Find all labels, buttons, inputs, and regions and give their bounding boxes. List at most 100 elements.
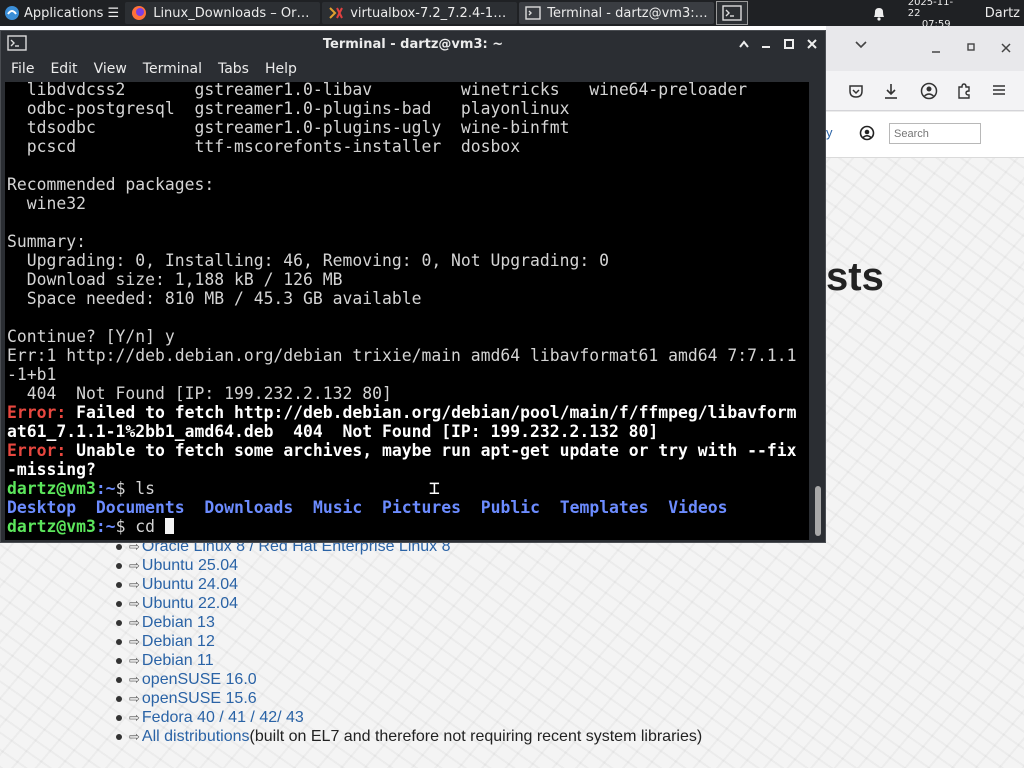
link-arrow-icon: ⇨ [129, 653, 140, 668]
link-arrow-icon: ⇨ [129, 691, 140, 706]
prompt-path: :~ [95, 479, 116, 498]
taskbar-item-archive[interactable]: virtualbox-7.2_7.2.4-17... [322, 2, 518, 24]
ls-dir: Documents [95, 498, 185, 517]
maximize-icon[interactable] [780, 35, 798, 53]
link-arrow-icon: ⇨ [129, 596, 140, 611]
minimize-icon[interactable] [757, 35, 775, 53]
clock-date: 2025-11-22 [907, 0, 954, 19]
list-item: ⇨ Debian 13 [116, 613, 702, 632]
firefox-icon [131, 5, 147, 21]
nav-link-fragment[interactable]: y [826, 125, 833, 140]
terminal-menubar: File Edit View Terminal Tabs Help [1, 57, 825, 81]
ls-dir: Templates [559, 498, 649, 517]
applications-label: Applications ☰ [24, 5, 120, 21]
output-line: tdsodbc gstreamer1.0-plugins-ugly wine-b… [7, 118, 570, 137]
download-icon[interactable] [883, 82, 899, 100]
link-arrow-icon: ⇨ [129, 558, 140, 573]
extensions-icon[interactable] [956, 82, 972, 100]
pocket-icon[interactable] [848, 83, 864, 99]
terminal-titlebar[interactable]: Terminal - dartz@vm3: ~ [1, 31, 825, 57]
link-arrow-icon: ⇨ [129, 729, 140, 744]
error-label: Error: [7, 441, 67, 460]
menu-tabs[interactable]: Tabs [212, 61, 255, 77]
menu-terminal[interactable]: Terminal [137, 61, 208, 77]
xfce-logo-icon [4, 5, 20, 21]
terminal-launcher-icon[interactable] [716, 1, 748, 25]
ls-dir: Music [312, 498, 363, 517]
close-icon[interactable] [1000, 42, 1012, 54]
distro-link[interactable]: openSUSE 16.0 [142, 670, 257, 689]
list-item: ⇨ Debian 11 [116, 651, 702, 670]
bullet [116, 562, 122, 569]
list-item: ⇨ openSUSE 16.0 [116, 670, 702, 689]
list-item: ⇨ openSUSE 15.6 [116, 689, 702, 708]
ls-dir: Pictures [382, 498, 461, 517]
error-message: -missing? [7, 460, 96, 479]
bullet [116, 695, 122, 702]
site-header: y [826, 112, 1024, 158]
command-input[interactable]: cd [125, 517, 164, 536]
distro-link[interactable]: Debian 12 [142, 632, 215, 651]
distro-link[interactable]: All distributions [142, 727, 250, 746]
bullet [116, 619, 122, 626]
output-line: Continue? [Y/n] y [7, 327, 175, 346]
list-item: ⇨ Fedora 40 / 41 / 42/ 43 [116, 708, 702, 727]
user-menu[interactable]: Dartz [985, 6, 1020, 21]
maximize-icon[interactable] [966, 42, 976, 52]
notification-bell-icon[interactable] [872, 6, 886, 21]
output-line: wine32 [7, 194, 86, 213]
distro-link[interactable]: Ubuntu 25.04 [142, 556, 238, 575]
terminal-icon [525, 5, 541, 21]
close-icon[interactable] [803, 35, 821, 53]
menu-help[interactable]: Help [259, 61, 303, 77]
bullet [116, 600, 122, 607]
ls-dir: Desktop [7, 498, 77, 517]
distro-link[interactable]: openSUSE 15.6 [142, 689, 257, 708]
list-item: ⇨ All distributions (built on EL7 and the… [116, 727, 702, 746]
bullet [116, 581, 122, 588]
taskbar-item-label: Linux_Downloads – Ora... [153, 5, 315, 21]
link-arrow-icon: ⇨ [129, 634, 140, 649]
prompt-user: dartz@vm3 [7, 479, 96, 498]
minimize-icon[interactable] [930, 44, 942, 54]
site-search-input[interactable] [889, 123, 981, 144]
menu-file[interactable]: File [5, 61, 40, 77]
distro-link[interactable]: Ubuntu 22.04 [142, 594, 238, 613]
distribution-list: ⇨ Oracle Linux 8 / Red Hat Enterprise Lin… [116, 537, 702, 746]
taskbar-item-terminal[interactable]: Terminal - dartz@vm3: ~ [519, 2, 715, 24]
menu-edit[interactable]: Edit [44, 61, 83, 77]
list-item: ⇨ Ubuntu 24.04 [116, 575, 702, 594]
distro-link[interactable]: Debian 13 [142, 613, 215, 632]
account-icon[interactable] [920, 82, 938, 100]
tab-list-chevron-icon[interactable] [854, 40, 868, 50]
list-item: ⇨ Ubuntu 22.04 [116, 594, 702, 613]
distro-link[interactable]: Fedora 40 / 41 / 42/ 43 [142, 708, 304, 727]
user-circle-icon[interactable] [859, 125, 875, 141]
top-panel: Applications ☰ Linux_Downloads – Ora... … [0, 0, 1024, 30]
archive-icon [328, 5, 344, 21]
menu-view[interactable]: View [88, 61, 133, 77]
bullet [116, 733, 122, 740]
output-line: odbc-postgresql gstreamer1.0-plugins-bad… [7, 99, 570, 118]
distro-link[interactable]: Ubuntu 24.04 [142, 575, 238, 594]
distro-note: (built on EL7 and therefore not requirin… [249, 728, 703, 745]
output-line: Recommended packages: [7, 175, 215, 194]
distro-link[interactable]: Debian 11 [142, 651, 214, 670]
prompt-path: :~ [95, 517, 116, 536]
list-item: ⇨ Ubuntu 25.04 [116, 556, 702, 575]
terminal-scrollbar[interactable] [811, 82, 825, 540]
scrollbar-thumb[interactable] [815, 486, 821, 536]
link-arrow-icon: ⇨ [129, 577, 140, 592]
applications-menu-button[interactable]: Applications ☰ [0, 0, 125, 26]
taskbar-item-label: Terminal - dartz@vm3: ~ [547, 5, 709, 21]
output-line: Space needed: 810 MB / 45.3 GB available [7, 289, 422, 308]
output-line: Download size: 1,188 kB / 126 MB [7, 270, 343, 289]
error-message: Unable to fetch some archives, maybe run… [66, 441, 797, 460]
hamburger-menu-icon[interactable] [992, 84, 1006, 96]
shade-icon[interactable] [735, 35, 753, 53]
link-arrow-icon: ⇨ [129, 710, 140, 725]
taskbar-item-firefox[interactable]: Linux_Downloads – Ora... [125, 2, 321, 24]
browser-toolbar [826, 71, 1024, 111]
bullet [116, 543, 122, 550]
terminal-output[interactable]: libdvdcss2 gstreamer1.0-libav winetricks… [5, 82, 809, 540]
